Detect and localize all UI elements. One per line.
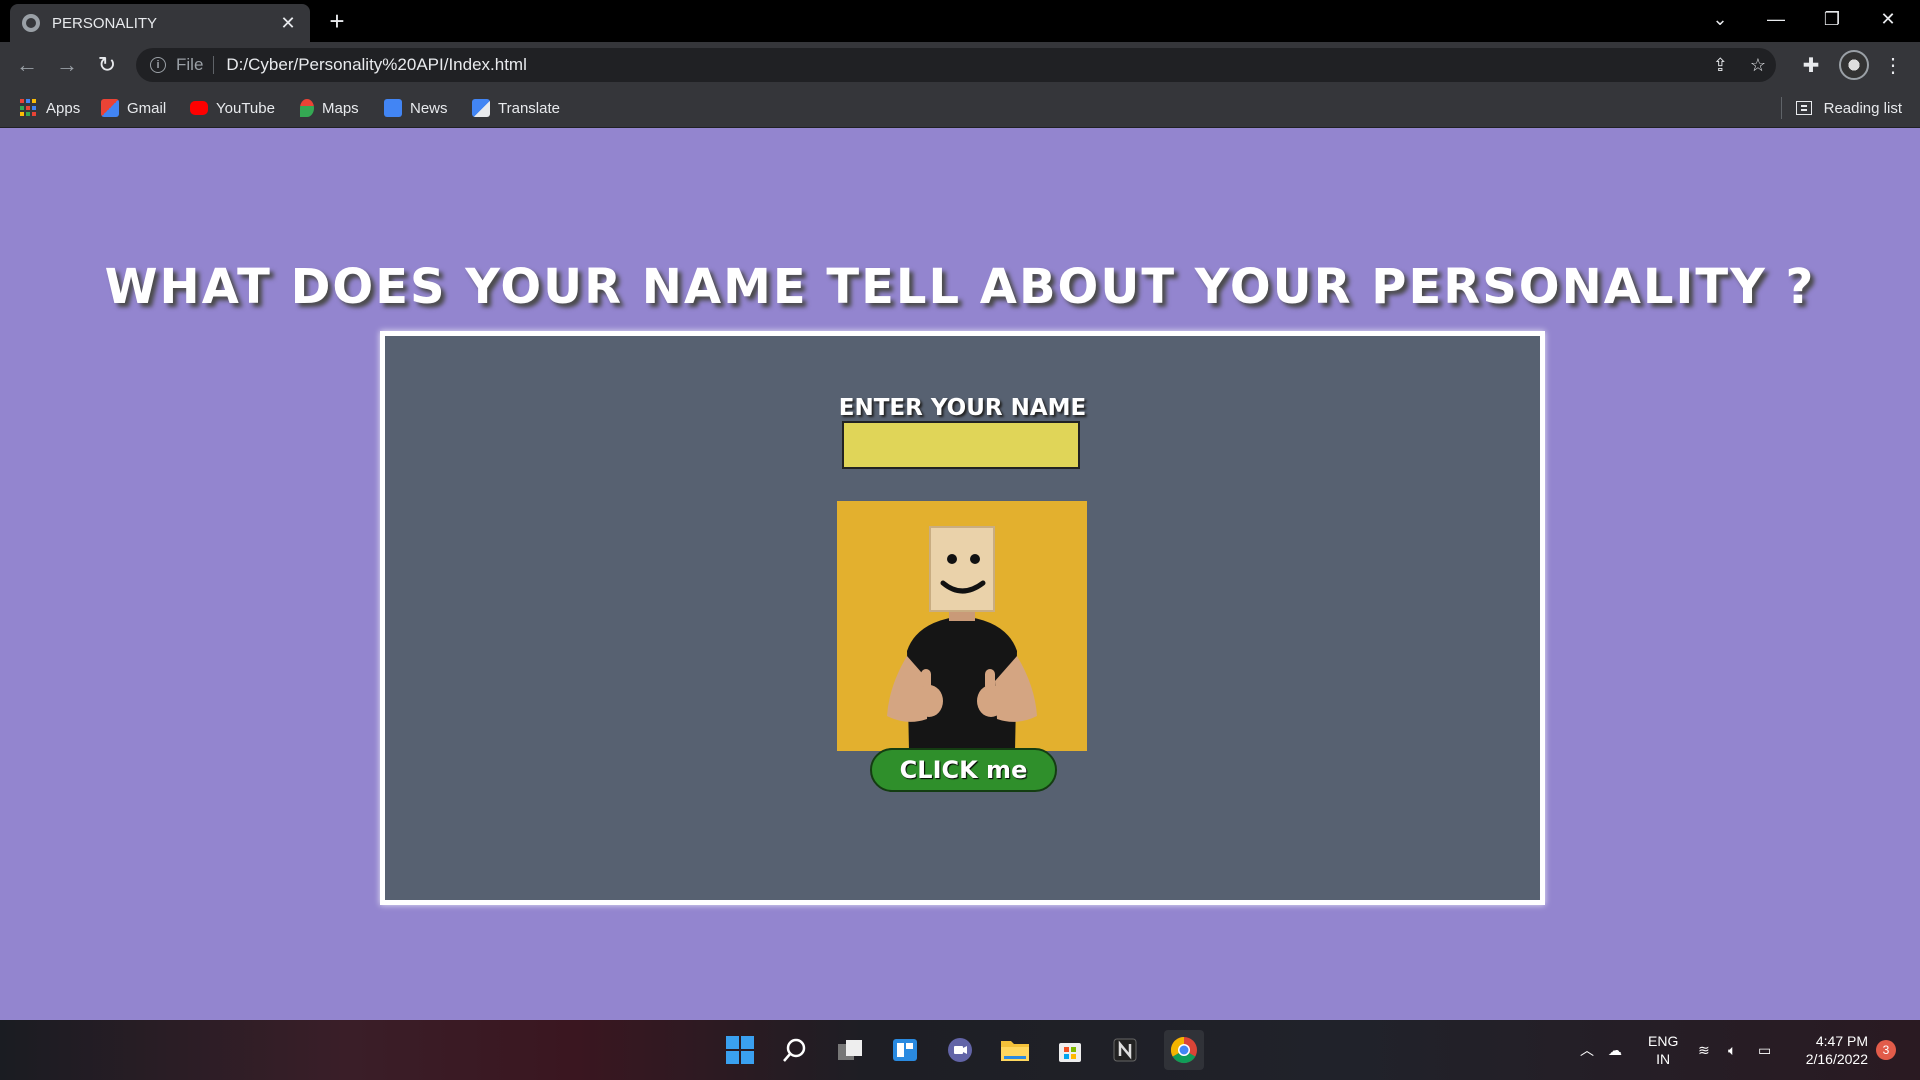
bookmark-label: Gmail (127, 99, 167, 117)
youtube-icon (190, 101, 208, 115)
clock-date: 2/16/2022 (1805, 1051, 1868, 1067)
enter-name-label: ENTER YOUR NAME (838, 395, 1087, 421)
menu-kebab-icon[interactable]: ⋮ (1880, 50, 1906, 80)
notification-badge: 3 (1876, 1040, 1896, 1060)
language-indicator[interactable]: ENG IN (1648, 1020, 1678, 1080)
notion-glyph (1113, 1038, 1137, 1062)
share-icon[interactable]: ⇪ (1713, 55, 1728, 76)
store-bag-glyph (1059, 1043, 1081, 1062)
restore-button[interactable]: ❐ (1804, 0, 1860, 38)
reading-list-button[interactable]: Reading list (1780, 96, 1902, 120)
windows-logo (726, 1036, 754, 1064)
folder-glyph (1001, 1041, 1029, 1061)
widgets-glyph (893, 1039, 917, 1061)
widgets-icon[interactable] (889, 1034, 921, 1066)
bookmark-label: News (410, 99, 448, 117)
clock-time: 4:47 PM (1815, 1033, 1868, 1049)
close-window-button[interactable]: ✕ (1860, 0, 1916, 38)
profile-avatar[interactable] (1838, 50, 1870, 80)
bookmarks-bar: Apps Gmail YouTube Maps News Translate R… (0, 88, 1920, 128)
address-url[interactable]: D:/Cyber/Personality%20API/Index.html (226, 55, 526, 75)
bookmarks-divider (1780, 97, 1782, 119)
reading-list-label: Reading list (1823, 99, 1902, 117)
tab-title: PERSONALITY (52, 14, 158, 32)
gmail-icon (101, 99, 119, 117)
notification-center[interactable]: 3 (1876, 1020, 1896, 1080)
bookmark-label: Maps (322, 99, 359, 117)
apps-grid-icon (20, 99, 38, 117)
bookmark-label: YouTube (216, 99, 275, 117)
bookmark-apps[interactable]: Apps (20, 96, 80, 120)
chat-glyph (948, 1038, 972, 1062)
reading-list-icon (1795, 101, 1812, 115)
name-form-card: ENTER YOUR NAME CLICK me (380, 331, 1545, 905)
teams-chat-icon[interactable] (944, 1034, 976, 1066)
profile-icon (1839, 50, 1869, 80)
wifi-icon[interactable]: ≋ (1698, 1020, 1710, 1080)
clock[interactable]: 4:47 PM 2/16/2022 (1796, 1020, 1868, 1080)
battery-icon[interactable]: ▭ (1758, 1020, 1771, 1080)
box-head-man-image (837, 501, 1087, 751)
address-scheme: File (176, 55, 204, 74)
browser-toolbar: ← → ↻ i File D:/Cyber/Personality%20API/… (0, 42, 1920, 88)
file-explorer-icon[interactable] (999, 1034, 1031, 1066)
click-me-button[interactable]: CLICK me (870, 748, 1057, 792)
maps-icon (300, 99, 314, 117)
notion-icon[interactable] (1109, 1034, 1141, 1066)
info-icon[interactable]: i (150, 57, 166, 73)
windows-taskbar: ︿ ☁ ENG IN ≋ 🔈︎ ▭ 4:47 PM 2/16/2022 3 (0, 1020, 1920, 1080)
name-input[interactable] (842, 421, 1080, 469)
bookmark-label: Apps (46, 99, 81, 117)
page-viewport: WHAT DOES YOUR NAME TELL ABOUT YOUR PERS… (0, 129, 1920, 1020)
tab-strip: PERSONALITY ✕ + ⌄ — ❐ ✕ (0, 0, 1920, 42)
address-bar[interactable]: i File D:/Cyber/Personality%20API/Index.… (136, 48, 1776, 82)
translate-icon (472, 99, 490, 117)
magnifier-glyph (783, 1038, 806, 1062)
tab-search-icon[interactable]: ⌄ (1692, 0, 1748, 38)
bookmark-star-icon[interactable]: ☆ (1750, 55, 1766, 76)
volume-icon[interactable]: 🔈︎ (1728, 1020, 1736, 1080)
bookmark-youtube[interactable]: YouTube (190, 96, 275, 120)
forward-button[interactable]: → (52, 50, 82, 80)
region-code: IN (1656, 1051, 1671, 1067)
close-tab-icon[interactable]: ✕ (278, 13, 298, 33)
reload-button[interactable]: ↻ (92, 50, 122, 80)
task-view-icon[interactable] (834, 1034, 866, 1066)
news-icon (384, 99, 402, 117)
thumbs-up-person-illustration (837, 501, 1087, 751)
show-hidden-icons[interactable]: ︿ (1580, 1020, 1594, 1080)
bookmark-translate[interactable]: Translate (472, 96, 560, 120)
store-icon[interactable] (1054, 1034, 1086, 1066)
chrome-taskbar-icon[interactable] (1164, 1030, 1204, 1070)
address-divider (213, 56, 215, 74)
bookmark-maps[interactable]: Maps (300, 96, 359, 120)
task-view-glyph (838, 1040, 862, 1060)
extensions-puzzle-icon[interactable]: ✚ (1796, 50, 1826, 80)
bookmark-label: Translate (498, 99, 560, 117)
onedrive-warning-icon[interactable]: ☁ (1608, 1020, 1622, 1080)
new-tab-button[interactable]: + (322, 6, 352, 36)
search-icon[interactable] (779, 1034, 811, 1066)
page-headline: WHAT DOES YOUR NAME TELL ABOUT YOUR PERS… (104, 259, 1816, 315)
chrome-logo (1170, 1036, 1197, 1064)
windows-start-icon[interactable] (724, 1034, 756, 1066)
back-button[interactable]: ← (12, 50, 42, 80)
bookmark-gmail[interactable]: Gmail (101, 96, 166, 120)
active-tab[interactable]: PERSONALITY ✕ (10, 4, 310, 42)
bookmark-news[interactable]: News (384, 96, 448, 120)
language-code: ENG (1648, 1033, 1679, 1049)
minimize-button[interactable]: — (1748, 0, 1804, 38)
globe-icon (22, 14, 40, 32)
address-actions: ⇪ ☆ (1713, 48, 1766, 82)
